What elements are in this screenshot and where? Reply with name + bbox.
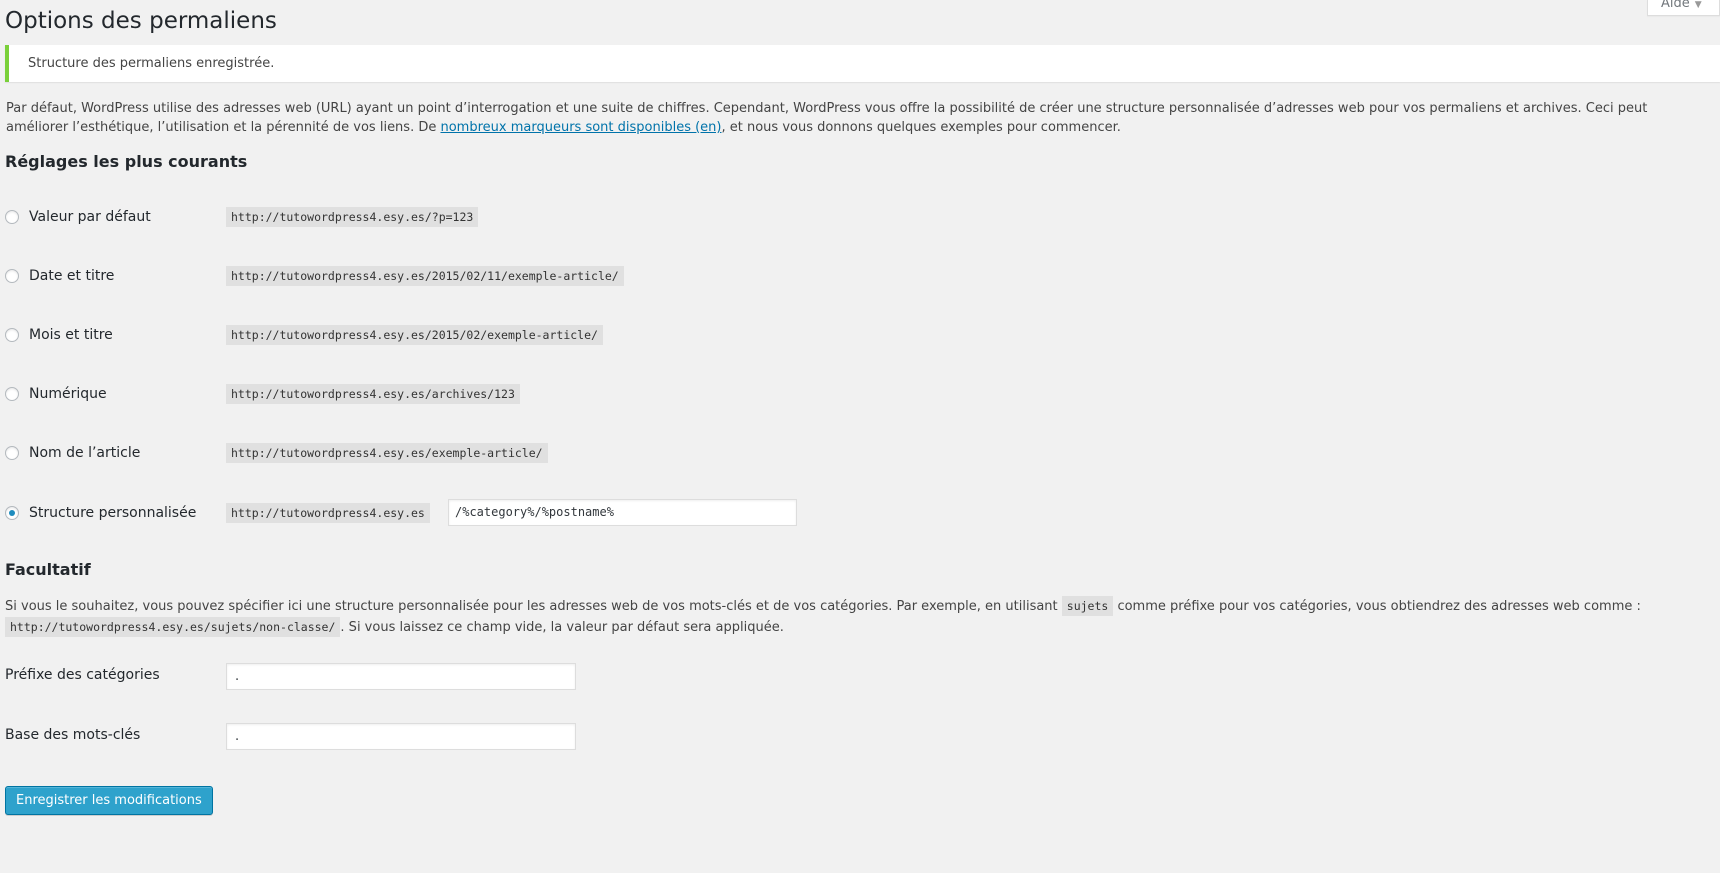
- option-label: Numérique: [29, 386, 107, 402]
- permalink-option-date-title[interactable]: Date et titre http://tutowordpress4.esy.…: [5, 263, 624, 289]
- permalink-option-month-title[interactable]: Mois et titre http://tutowordpress4.esy.…: [5, 322, 603, 348]
- custom-structure-input[interactable]: /%category%/%postname%: [448, 499, 797, 526]
- help-tab[interactable]: Aide ▼: [1647, 0, 1720, 16]
- tag-base-label: Base des mots-clés: [5, 727, 141, 743]
- optional-text-2: comme préfixe pour vos catégories, vous …: [1113, 599, 1641, 614]
- radio-date-title[interactable]: [5, 269, 19, 283]
- radio-month-title[interactable]: [5, 328, 19, 342]
- optional-text-3: . Si vous laissez ce champ vide, la vale…: [340, 620, 784, 635]
- optional-code-prefix: sujets: [1061, 596, 1114, 616]
- option-label: Mois et titre: [29, 327, 113, 343]
- radio-custom[interactable]: [5, 506, 19, 520]
- option-example: http://tutowordpress4.esy.es/archives/12…: [226, 384, 520, 404]
- option-label: Valeur par défaut: [29, 209, 151, 225]
- notice-text: Structure des permaliens enregistrée.: [28, 56, 275, 71]
- permalink-settings-page: Aide ▼ Options des permaliens Structure d…: [0, 0, 1720, 873]
- option-example: http://tutowordpress4.esy.es/?p=123: [226, 207, 479, 227]
- radio-post-name[interactable]: [5, 446, 19, 460]
- option-label: Structure personnalisée: [29, 505, 197, 521]
- category-base-label: Préfixe des catégories: [5, 667, 160, 683]
- intro-paragraph: Par défaut, WordPress utilise des adress…: [6, 99, 1706, 137]
- option-label: Nom de l’article: [29, 445, 141, 461]
- optional-code-example: http://tutowordpress4.esy.es/sujets/non-…: [5, 617, 341, 637]
- optional-description: Si vous le souhaitez, vous pouvez spécif…: [5, 596, 1705, 638]
- option-example: http://tutowordpress4.esy.es/exemple-art…: [226, 443, 548, 463]
- option-example: http://tutowordpress4.esy.es/2015/02/11/…: [226, 266, 624, 286]
- permalink-option-post-name[interactable]: Nom de l’article http://tutowordpress4.e…: [5, 440, 548, 466]
- permalink-option-default[interactable]: Valeur par défaut http://tutowordpress4.…: [5, 204, 479, 230]
- permalink-option-custom[interactable]: Structure personnalisée http://tutowordp…: [5, 499, 797, 526]
- optional-heading: Facultatif: [5, 560, 91, 579]
- success-notice: Structure des permaliens enregistrée.: [5, 45, 1720, 82]
- chevron-down-icon: ▼: [1694, 0, 1702, 10]
- radio-default[interactable]: [5, 210, 19, 224]
- save-changes-button[interactable]: Enregistrer les modifications: [5, 786, 213, 815]
- optional-text-1: Si vous le souhaitez, vous pouvez spécif…: [5, 599, 1062, 614]
- option-example: http://tutowordpress4.esy.es: [226, 503, 430, 523]
- category-base-input[interactable]: .: [226, 663, 576, 690]
- help-tab-label: Aide: [1661, 0, 1690, 11]
- option-label: Date et titre: [29, 268, 115, 284]
- common-settings-heading: Réglages les plus courants: [5, 152, 248, 171]
- option-example: http://tutowordpress4.esy.es/2015/02/exe…: [226, 325, 603, 345]
- intro-text-after: , et nous vous donnons quelques exemples…: [721, 120, 1121, 135]
- radio-numeric[interactable]: [5, 387, 19, 401]
- tags-doc-link[interactable]: nombreux marqueurs sont disponibles (en): [440, 120, 721, 135]
- tag-base-input[interactable]: .: [226, 723, 576, 750]
- page-title: Options des permaliens: [5, 8, 277, 34]
- permalink-option-numeric[interactable]: Numérique http://tutowordpress4.esy.es/a…: [5, 381, 520, 407]
